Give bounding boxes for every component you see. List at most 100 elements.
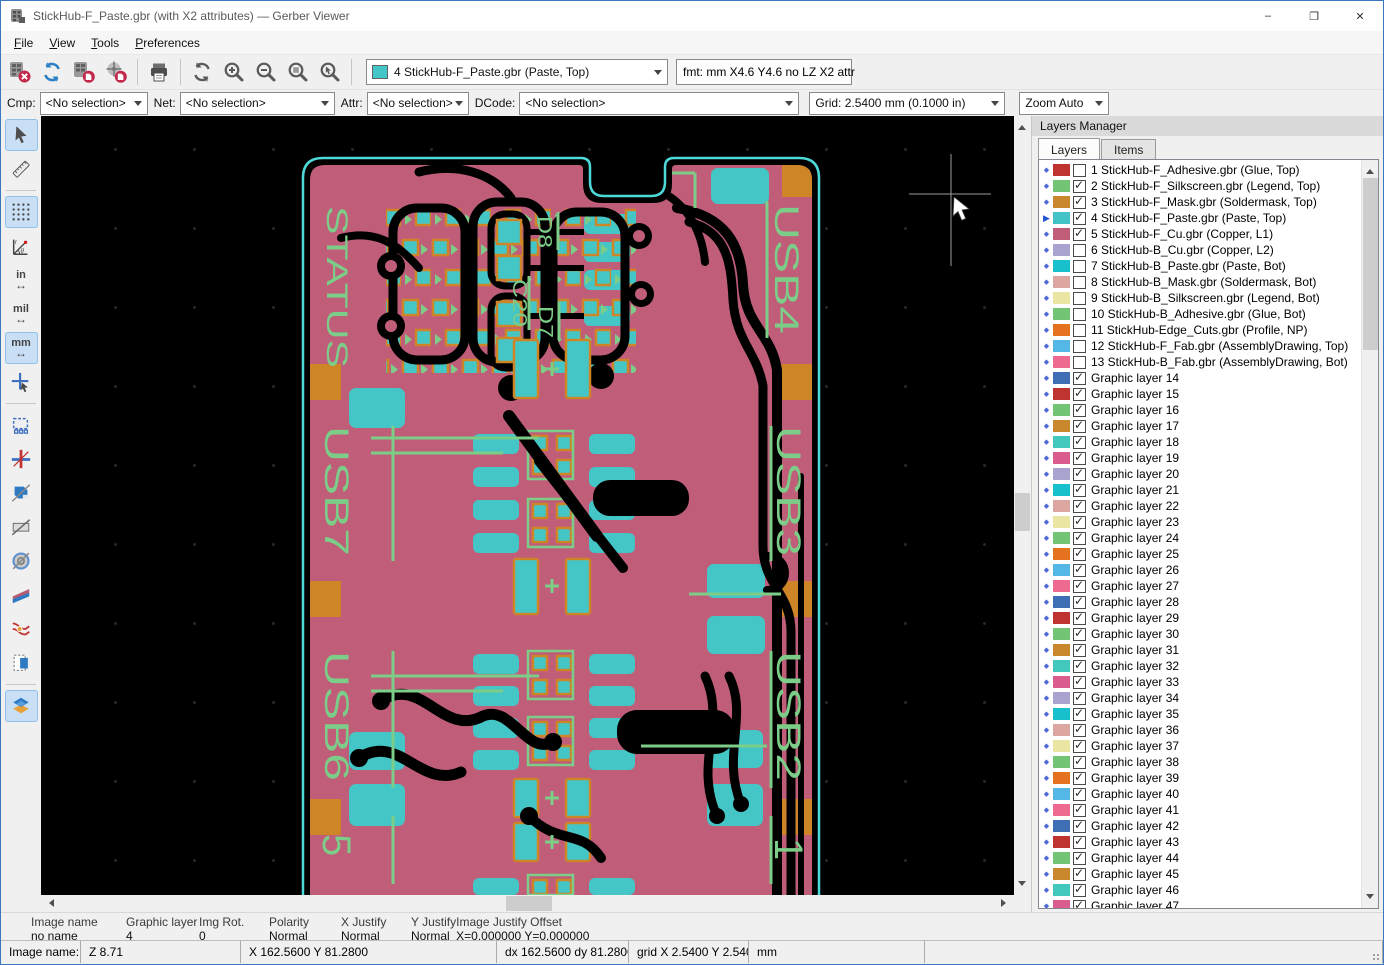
sketch-lines-button[interactable] bbox=[5, 511, 38, 543]
canvas-vertical-scrollbar[interactable] bbox=[1014, 116, 1031, 895]
layer-visibility-checkbox[interactable] bbox=[1073, 548, 1086, 561]
layer-color-swatch[interactable] bbox=[1053, 660, 1070, 672]
layer-color-swatch[interactable] bbox=[1053, 340, 1070, 352]
layer-color-swatch[interactable] bbox=[1053, 308, 1070, 320]
open-gerber-file-button[interactable] bbox=[69, 57, 99, 87]
units-mils-button[interactable]: mil↔ bbox=[5, 298, 38, 330]
ghost-negative-button[interactable] bbox=[5, 613, 38, 645]
layer-visibility-checkbox[interactable] bbox=[1073, 740, 1086, 753]
layer-visibility-checkbox[interactable] bbox=[1073, 532, 1086, 545]
clear-all-layers-button[interactable] bbox=[5, 57, 35, 87]
layer-color-swatch[interactable] bbox=[1053, 356, 1070, 368]
layer-visibility-checkbox[interactable] bbox=[1073, 228, 1086, 241]
menu-item[interactable]: Preferences bbox=[127, 33, 208, 53]
layer-row[interactable]: 8 StickHub-B_Mask.gbr (Soldermask, Bot) bbox=[1039, 274, 1378, 290]
layer-row[interactable]: Graphic layer 17 bbox=[1039, 418, 1378, 434]
scroll-right-arrow[interactable] bbox=[1001, 899, 1010, 907]
layer-visibility-checkbox[interactable] bbox=[1073, 868, 1086, 881]
layer-row[interactable]: Graphic layer 26 bbox=[1039, 562, 1378, 578]
layer-row[interactable]: Graphic layer 43 bbox=[1039, 834, 1378, 850]
layer-visibility-checkbox[interactable] bbox=[1073, 212, 1086, 225]
layer-visibility-checkbox[interactable] bbox=[1073, 452, 1086, 465]
layer-visibility-checkbox[interactable] bbox=[1073, 308, 1086, 321]
select-tool-button[interactable] bbox=[5, 119, 38, 151]
zoom-in-button[interactable] bbox=[219, 57, 249, 87]
layer-row[interactable]: Graphic layer 42 bbox=[1039, 818, 1378, 834]
layer-row[interactable]: Graphic layer 28 bbox=[1039, 594, 1378, 610]
resize-grip[interactable] bbox=[1372, 953, 1380, 961]
layer-row[interactable]: Graphic layer 21 bbox=[1039, 482, 1378, 498]
layer-row[interactable]: 7 StickHub-B_Paste.gbr (Paste, Bot) bbox=[1039, 258, 1378, 274]
layer-visibility-checkbox[interactable] bbox=[1073, 340, 1086, 353]
polar-coords-button[interactable]: rθ bbox=[5, 230, 38, 262]
layer-row[interactable]: Graphic layer 19 bbox=[1039, 450, 1378, 466]
measure-tool-button[interactable] bbox=[5, 153, 38, 185]
zoom-fit-button[interactable] bbox=[283, 57, 313, 87]
layer-visibility-checkbox[interactable] bbox=[1073, 724, 1086, 737]
tab-items[interactable]: Items bbox=[1101, 139, 1156, 159]
layer-row[interactable]: 9 StickHub-B_Silkscreen.gbr (Legend, Bot… bbox=[1039, 290, 1378, 306]
layer-row[interactable]: 4 StickHub-F_Paste.gbr (Paste, Top) bbox=[1039, 210, 1378, 226]
layer-visibility-checkbox[interactable] bbox=[1073, 180, 1086, 193]
layer-row[interactable]: Graphic layer 33 bbox=[1039, 674, 1378, 690]
layer-visibility-checkbox[interactable] bbox=[1073, 596, 1086, 609]
layer-color-swatch[interactable] bbox=[1053, 164, 1070, 176]
scroll-left-arrow[interactable] bbox=[45, 899, 54, 907]
layer-visibility-checkbox[interactable] bbox=[1073, 804, 1086, 817]
layer-color-swatch[interactable] bbox=[1053, 788, 1070, 800]
layer-color-swatch[interactable] bbox=[1053, 276, 1070, 288]
layer-row[interactable]: Graphic layer 44 bbox=[1039, 850, 1378, 866]
layer-color-swatch[interactable] bbox=[1053, 468, 1070, 480]
layer-color-swatch[interactable] bbox=[1053, 404, 1070, 416]
layer-visibility-checkbox[interactable] bbox=[1073, 676, 1086, 689]
layer-color-swatch[interactable] bbox=[1053, 420, 1070, 432]
layer-color-swatch[interactable] bbox=[1053, 580, 1070, 592]
layer-color-swatch[interactable] bbox=[1053, 612, 1070, 624]
layer-color-swatch[interactable] bbox=[1053, 532, 1070, 544]
layer-row[interactable]: Graphic layer 32 bbox=[1039, 658, 1378, 674]
reload-all-layers-button[interactable] bbox=[37, 57, 67, 87]
layer-visibility-checkbox[interactable] bbox=[1073, 660, 1086, 673]
layer-row[interactable]: Graphic layer 30 bbox=[1039, 626, 1378, 642]
scroll-down-arrow[interactable] bbox=[1366, 894, 1374, 903]
net-select[interactable]: <No selection> bbox=[180, 92, 335, 115]
layer-color-swatch[interactable] bbox=[1053, 596, 1070, 608]
layer-visibility-checkbox[interactable] bbox=[1073, 436, 1086, 449]
layer-row[interactable]: 3 StickHub-F_Mask.gbr (Soldermask, Top) bbox=[1039, 194, 1378, 210]
menu-item[interactable]: View bbox=[41, 33, 83, 53]
layer-visibility-checkbox[interactable] bbox=[1073, 756, 1086, 769]
layer-color-swatch[interactable] bbox=[1053, 388, 1070, 400]
layer-row[interactable]: Graphic layer 34 bbox=[1039, 690, 1378, 706]
layer-color-swatch[interactable] bbox=[1053, 212, 1070, 224]
layer-row[interactable]: Graphic layer 29 bbox=[1039, 610, 1378, 626]
layer-color-swatch[interactable] bbox=[1053, 244, 1070, 256]
layer-color-swatch[interactable] bbox=[1053, 292, 1070, 304]
show-footprints-button[interactable] bbox=[5, 409, 38, 441]
active-layer-select[interactable]: 4 StickHub-F_Paste.gbr (Paste, Top) bbox=[366, 59, 668, 85]
layer-row[interactable]: Graphic layer 37 bbox=[1039, 738, 1378, 754]
gerber-canvas[interactable]: STATUS USB7 USB6 5 USB4 USB3 USB2 1 D8 C… bbox=[41, 116, 1014, 895]
layer-row[interactable]: 11 StickHub-Edge_Cuts.gbr (Profile, NP) bbox=[1039, 322, 1378, 338]
layer-color-swatch[interactable] bbox=[1053, 756, 1070, 768]
layer-color-swatch[interactable] bbox=[1053, 324, 1070, 336]
layer-visibility-checkbox[interactable] bbox=[1073, 468, 1086, 481]
layer-color-swatch[interactable] bbox=[1053, 228, 1070, 240]
units-mm-button[interactable]: mm↔ bbox=[5, 332, 38, 364]
layer-row[interactable]: Graphic layer 23 bbox=[1039, 514, 1378, 530]
layer-visibility-checkbox[interactable] bbox=[1073, 196, 1086, 209]
maximize-button[interactable]: ❐ bbox=[1291, 1, 1337, 31]
layer-color-swatch[interactable] bbox=[1053, 740, 1070, 752]
layer-color-swatch[interactable] bbox=[1053, 628, 1070, 640]
layer-color-swatch[interactable] bbox=[1053, 868, 1070, 880]
fullscreen-crosshair-button[interactable] bbox=[5, 443, 38, 475]
layer-color-swatch[interactable] bbox=[1053, 500, 1070, 512]
layer-visibility-checkbox[interactable] bbox=[1073, 564, 1086, 577]
layer-visibility-checkbox[interactable] bbox=[1073, 836, 1086, 849]
layer-row[interactable]: Graphic layer 36 bbox=[1039, 722, 1378, 738]
layer-color-swatch[interactable] bbox=[1053, 884, 1070, 896]
redraw-view-button[interactable] bbox=[187, 57, 217, 87]
zoom-out-button[interactable] bbox=[251, 57, 281, 87]
layer-row[interactable]: 5 StickHub-F_Cu.gbr (Copper, L1) bbox=[1039, 226, 1378, 242]
layer-row[interactable]: Graphic layer 25 bbox=[1039, 546, 1378, 562]
layer-visibility-checkbox[interactable] bbox=[1073, 388, 1086, 401]
